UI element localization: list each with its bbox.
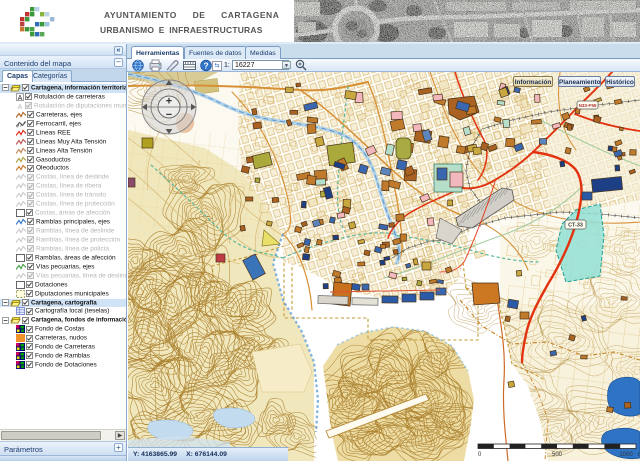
svg-text:−: −: [166, 109, 172, 121]
svg-text:A: A: [18, 95, 23, 101]
svg-text:N33-F55: N33-F55: [579, 103, 597, 108]
svg-text:CT-33: CT-33: [568, 223, 583, 229]
svg-text:1000: 1000: [619, 452, 633, 458]
svg-text:A: A: [18, 104, 23, 110]
svg-text:+: +: [166, 96, 172, 108]
svg-text:?: ?: [203, 61, 208, 71]
svg-text:500: 500: [552, 452, 563, 458]
